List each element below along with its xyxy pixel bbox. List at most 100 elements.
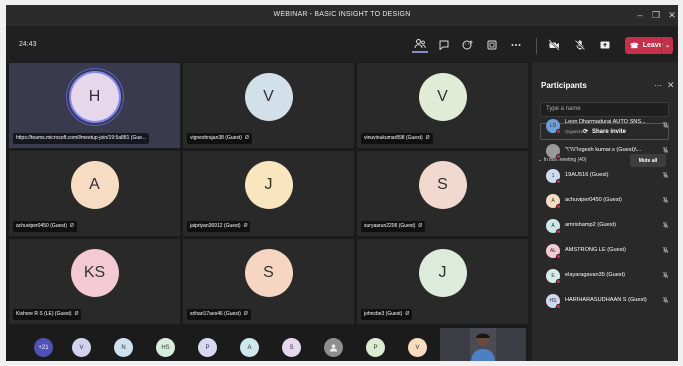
presence-status-icon (556, 129, 561, 134)
leave-label: Leave (642, 42, 663, 49)
participant-name: "\"\\\"logesh kumar.s (Guest)\... (565, 147, 642, 153)
avatar[interactable]: P (366, 338, 385, 357)
window-title: WEBINAR - BASIC INSIGHT TO DESIGN (273, 11, 411, 18)
participant-name-label: suryaarun2206 (Guest) Ø (361, 221, 426, 232)
participant-name-label: johncbe3 (Guest) Ø (361, 309, 413, 320)
mic-muted-icon[interactable] (662, 146, 669, 156)
video-tile[interactable]: Vvinuvinukumar898 (Guest) Ø (357, 63, 528, 148)
participant-list-item[interactable]: AL AMSTRONG LE (Guest) (541, 241, 673, 261)
participant-name-label: https://teams.microsoft.com/l/meetup-joi… (13, 133, 150, 144)
avatar: 1 (546, 169, 561, 184)
participant-role: Organizer (565, 129, 585, 134)
participant-list-item[interactable]: 1 19AU516 (Guest) (541, 166, 673, 186)
mic-muted-icon[interactable] (662, 196, 669, 206)
self-video-preview[interactable] (440, 328, 526, 361)
avatar[interactable]: A (240, 338, 259, 357)
video-tile[interactable]: Ssrihari17aes46 (Guest) Ø (183, 239, 354, 324)
participant-list-item[interactable]: HS HARIHARASUDHAAN S (Guest) (541, 291, 673, 311)
mic-muted-icon[interactable] (662, 171, 669, 181)
participant-name: suryaarun2206 (Guest) (364, 223, 416, 229)
share-screen-icon[interactable] (597, 37, 613, 53)
video-tile[interactable]: Jjaipriyan36912 (Guest) Ø (183, 151, 354, 236)
participants-icon[interactable] (412, 37, 428, 53)
video-tile[interactable]: KS Kishore R S (LE) (Guest) Ø (9, 239, 180, 324)
mic-muted-icon[interactable] (662, 221, 669, 231)
avatar-initials: LD (549, 123, 557, 129)
chat-icon[interactable] (436, 37, 452, 53)
reactions-icon[interactable] (460, 37, 476, 53)
more-options-icon[interactable] (508, 37, 524, 53)
mic-muted-icon: Ø (69, 223, 74, 229)
participant-name: elayaragavan35 (Guest) (565, 272, 626, 278)
video-tile[interactable]: Aachuviper0450 (Guest) Ø (9, 151, 180, 236)
avatar: A (546, 194, 561, 209)
participant-list-item[interactable]: Aachuviper0450 (Guest) (541, 191, 673, 211)
avatar: V (244, 73, 293, 121)
mic-muted-icon: Ø (405, 311, 410, 317)
leave-options-chevron-down-icon[interactable]: ⌄ (661, 37, 673, 54)
participant-list-item[interactable]: "\"\\\"logesh kumar.s (Guest)\... (541, 141, 673, 161)
rooms-icon[interactable] (484, 37, 500, 53)
presence-status-icon (556, 179, 561, 184)
avatar (546, 144, 561, 159)
participant-name: jaipriyan36912 (Guest) (190, 223, 241, 229)
meeting-toolbar: 24:43 ☎ Leave ⌄ (6, 26, 678, 62)
avatar: H (70, 73, 119, 121)
avatar[interactable]: P (198, 338, 217, 357)
participant-name: 19AU516 (Guest) (565, 172, 609, 178)
avatar[interactable]: HS (156, 338, 175, 357)
mic-muted-icon: Ø (243, 311, 248, 317)
panel-more-icon[interactable]: ⋯ (654, 81, 662, 90)
video-tile[interactable]: Jjohncbe3 (Guest) Ø (357, 239, 528, 324)
avatar[interactable]: N (114, 338, 133, 357)
more-participants-badge[interactable]: +21 (34, 338, 53, 357)
camera-off-icon[interactable] (546, 37, 562, 53)
participant-list-item[interactable]: Aamrishamp2 (Guest) (541, 216, 673, 236)
mic-muted-icon[interactable] (662, 271, 669, 281)
toolbar-divider (536, 38, 537, 54)
participant-name: johncbe3 (Guest) (364, 311, 403, 317)
mic-muted-icon: Ø (243, 223, 248, 229)
participant-search-input[interactable]: Type a name (540, 102, 669, 117)
avatar: J (244, 161, 293, 209)
minimize-button[interactable]: – (632, 8, 648, 22)
phone-hangup-icon: ☎ (630, 42, 639, 50)
mic-muted-icon[interactable] (662, 246, 669, 256)
video-tile[interactable]: Vvigneshrajan38 (Guest) Ø (183, 63, 354, 148)
mic-muted-icon: Ø (244, 135, 249, 141)
avatar: V (418, 73, 467, 121)
avatar-initials: E (551, 273, 555, 279)
mic-muted-icon: Ø (418, 223, 423, 229)
title-bar: WEBINAR - BASIC INSIGHT TO DESIGN – ❐ ✕ (6, 5, 678, 26)
avatar-initials: A (551, 198, 555, 204)
panel-close-icon[interactable]: ✕ (667, 80, 675, 91)
avatar: KS (70, 249, 119, 297)
close-window-button[interactable]: ✕ (664, 8, 678, 22)
video-tile[interactable]: Hhttps://teams.microsoft.com/l/meetup-jo… (9, 63, 180, 148)
participants-panel: Participants ⋯ ✕ Type a name ⟳ Share inv… (532, 62, 678, 361)
overflow-participant-strip: +21 V N HS P A S P V (6, 328, 528, 361)
participant-name: achuviper0450 (Guest) (565, 197, 622, 203)
avatar[interactable]: V (408, 338, 427, 357)
maximize-button[interactable]: ❐ (648, 8, 664, 22)
presence-status-icon (556, 204, 561, 209)
leave-button[interactable]: ☎ Leave ⌄ (625, 37, 673, 54)
presence-status-icon (556, 279, 561, 284)
mic-muted-icon[interactable] (662, 296, 669, 306)
avatar[interactable]: S (282, 338, 301, 357)
participant-name-label: jaipriyan36912 (Guest) Ø (187, 221, 251, 232)
mic-muted-icon: Ø (74, 311, 79, 317)
participant-list-item[interactable]: LD Leon Dharmadurai AUTO SNS... Organizer (541, 116, 673, 136)
mic-muted-icon[interactable] (662, 121, 669, 131)
participant-name: HARIHARASUDHAAN S (Guest) (565, 297, 647, 303)
presence-status-icon (556, 304, 561, 309)
participant-name-label: vinuvinukumar898 (Guest) Ø (361, 133, 433, 144)
avatar-initials: A (551, 223, 555, 229)
participant-list-item[interactable]: Eelayaragavan35 (Guest) (541, 266, 673, 286)
avatar-initials: 1 (551, 173, 555, 179)
avatar[interactable]: V (72, 338, 91, 357)
mic-off-icon[interactable] (572, 37, 588, 53)
avatar-initials: AL (549, 248, 557, 254)
video-tile[interactable]: Ssuryaarun2206 (Guest) Ø (357, 151, 528, 236)
default-avatar-icon[interactable] (324, 338, 343, 357)
